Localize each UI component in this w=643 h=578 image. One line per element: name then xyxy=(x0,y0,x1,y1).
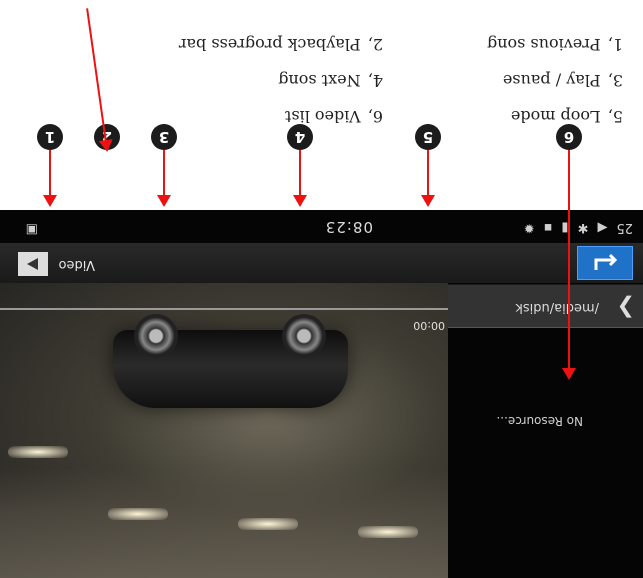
app-title: Video xyxy=(58,257,95,272)
back-button[interactable] xyxy=(577,246,633,280)
callout-3-arrow xyxy=(163,150,165,205)
legend-item-5: 5, Loop mode xyxy=(510,107,623,126)
annotated-screenshot: ❯ /media/udisk No Resource... 00:00 Vide… xyxy=(0,0,643,578)
legend-item-3: 3, Play / pause xyxy=(502,71,623,90)
callout-4-arrow xyxy=(299,150,301,205)
callout-6-arrow xyxy=(568,150,570,378)
ceiling-light xyxy=(8,446,68,458)
callout-6-badge: 6 xyxy=(556,124,582,150)
image-icon[interactable]: ▣ xyxy=(26,221,38,237)
back-arrow-icon xyxy=(594,253,618,270)
legend-item-4: 4, Next song xyxy=(278,71,383,90)
chevron-right-icon[interactable]: ❯ xyxy=(617,294,635,320)
duration-label: 00:00 xyxy=(413,319,445,332)
bluetooth-icon: ✱ xyxy=(577,220,589,235)
status-bar: 25 ◀ ✱ ▮ ▪ ✹ 08:23 ▣ xyxy=(0,210,643,243)
brightness-icon: ✹ xyxy=(523,220,535,235)
video-preview[interactable]: 00:00 xyxy=(0,283,448,578)
empty-list-message: No Resource... xyxy=(496,414,583,428)
wheel xyxy=(282,314,326,358)
car-image xyxy=(113,314,348,408)
legend-item-1: 1, Previous song xyxy=(486,35,623,54)
status-icons: 25 ◀ ✱ ▮ ▪ ✹ xyxy=(524,219,633,235)
legend-item-6: 6, Video list xyxy=(284,107,383,126)
video-icon xyxy=(18,252,48,276)
ceiling-light xyxy=(238,518,298,530)
playback-progress-bar[interactable] xyxy=(0,308,448,310)
callout-5-arrow xyxy=(427,150,429,205)
legend-item-2: 2, Playback progress bar xyxy=(178,35,383,54)
garage-ceiling xyxy=(0,468,448,578)
callout-1-badge: 1 xyxy=(37,124,63,150)
device-screen: ❯ /media/udisk No Resource... 00:00 Vide… xyxy=(0,210,643,578)
callout-3-badge: 3 xyxy=(151,124,177,150)
callout-1-arrow xyxy=(49,150,51,205)
signal-icon: ▪ xyxy=(543,220,553,235)
ceiling-light xyxy=(358,526,418,538)
folder-path-bar[interactable]: ❯ /media/udisk xyxy=(448,284,643,328)
folder-path: /media/udisk xyxy=(515,300,599,315)
ceiling-light xyxy=(108,508,168,520)
callout-5-badge: 5 xyxy=(415,124,441,150)
wheel xyxy=(134,314,178,358)
clock: 08:23 xyxy=(324,218,373,236)
video-list: ❯ /media/udisk No Resource... xyxy=(448,283,643,578)
volume-icon: ◀ xyxy=(597,220,608,235)
app-titlebar: Video xyxy=(0,243,643,283)
callout-4-badge: 4 xyxy=(287,124,313,150)
volume-level: 25 xyxy=(616,220,633,235)
